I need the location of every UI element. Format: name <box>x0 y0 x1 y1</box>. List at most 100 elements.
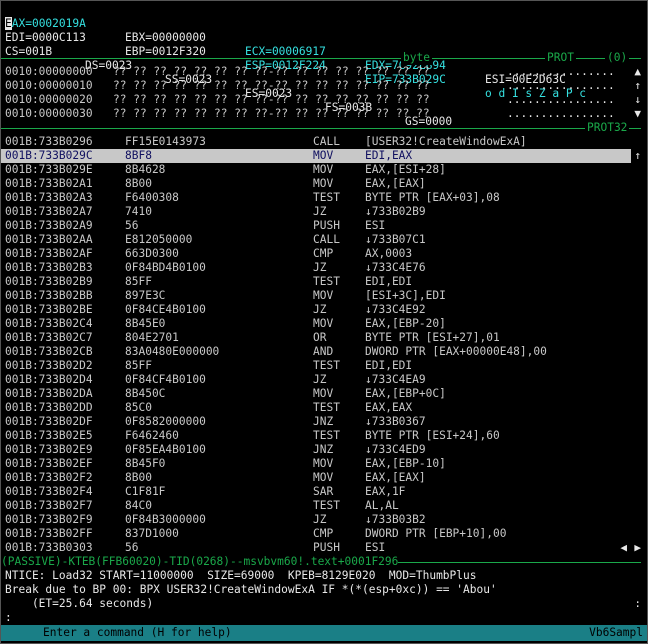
data-scroll-down-icon[interactable]: ▼ <box>634 107 641 121</box>
code-row[interactable]: 001B:733B029C 8BF8 MOV EDI,EAX <box>1 149 631 163</box>
data-row[interactable]: 0010:00000020 ?? ?? ?? ?? ?? ?? ?? ??-?? … <box>5 93 625 107</box>
code-operands: EAX,[EAX] <box>365 177 426 190</box>
code-window-separator[interactable]: PROT32 <box>1 121 641 135</box>
code-row[interactable]: 001B:733B02DA 8B450C MOV EAX,[EBP+0C] <box>5 387 625 401</box>
code-mnemonic: JZ <box>313 303 327 316</box>
code-address: 001B:733B02D2 <box>5 359 93 372</box>
code-opcode-bytes: 8B45F0 <box>125 457 166 470</box>
code-operands: DWORD PTR [EBP+10],00 <box>365 527 507 540</box>
log-scroll-indicator-icon[interactable]: : <box>634 597 641 611</box>
data-scroll-up-icon[interactable]: ▲ <box>634 65 641 79</box>
code-operands: EDI,EAX <box>365 149 413 162</box>
code-opcode-bytes: FF15E0143973 <box>125 135 206 148</box>
code-mnemonic: JZ <box>313 373 327 386</box>
code-address: 001B:733B02C7 <box>5 331 93 344</box>
code-address: 001B:733B02CB <box>5 345 93 358</box>
code-mnemonic: TEST <box>313 499 340 512</box>
code-row[interactable]: 001B:733B02BB 897E3C MOV [ESI+3C],EDI <box>5 289 625 303</box>
code-opcode-bytes: 8B00 <box>125 177 152 190</box>
code-mnemonic: JZ <box>313 205 327 218</box>
register-row-1-values: EAX=0002019A EBX=00000000 ECX=00006917 E… <box>5 3 566 86</box>
code-scroll-right-icon[interactable]: ▶ <box>634 541 641 555</box>
code-mnemonic: SAR <box>313 485 334 498</box>
register-row-2: EDI=0000C113 EBP=0012F320 ESP=0012F224 E… <box>5 17 586 100</box>
code-row[interactable]: 001B:733B02BE 0F84CE4B0100 JZ ↓733C4E92 <box>5 303 625 317</box>
data-page-up-icon[interactable]: ↑ <box>634 79 641 93</box>
code-row[interactable]: 001B:733B02B9 85FF TEST EDI,EDI <box>5 275 625 289</box>
code-row[interactable]: 001B:733B02D4 0F84CF4B0100 JZ ↓733C4EA9 <box>5 373 625 387</box>
data-page-down-icon[interactable]: ↓ <box>634 93 641 107</box>
code-row[interactable]: 001B:733B02E9 0F85EA4B0100 JNZ ↓733C4ED9 <box>5 443 625 457</box>
code-row[interactable]: 001B:733B02EF 8B45F0 MOV EAX,[EBP-10] <box>5 457 625 471</box>
code-opcode-bytes: 84C0 <box>125 499 152 512</box>
code-operands: BYTE PTR [ESI+24],60 <box>365 429 500 442</box>
code-operands: ↓733C4EA9 <box>365 373 426 386</box>
code-row[interactable]: 001B:733B0303 56 PUSH ESI <box>5 541 625 555</box>
register-row-3: CS=001B DS=0023 SS=0023 ES=0023 FS=003B … <box>5 31 452 128</box>
code-row[interactable]: 001B:733B029E 8B4628 MOV EAX,[ESI+28] <box>5 163 625 177</box>
code-address: 001B:733B02BE <box>5 303 93 316</box>
code-row[interactable]: 001B:733B0296 FF15E0143973 CALL [USER32!Cre… <box>5 135 625 149</box>
code-mnemonic: MOV <box>313 177 334 190</box>
code-operands: ↓733B07C1 <box>365 233 426 246</box>
code-operands: EAX,[EBP+0C] <box>365 387 446 400</box>
code-opcode-bytes: 837D1000 <box>125 527 179 540</box>
code-row[interactable]: 001B:733B02B3 0F84BD4B0100 JZ ↓733C4E76 <box>5 261 625 275</box>
code-scroll-up-icon[interactable]: ↑ <box>634 149 641 163</box>
code-row[interactable]: 001B:733B02AF 663D0300 CMP AX,0003 <box>5 247 625 261</box>
code-address: 001B:733B02F2 <box>5 471 93 484</box>
code-row[interactable]: 001B:733B02C7 804E2701 OR BYTE PTR [ESI+27]… <box>5 331 625 345</box>
code-operands: DWORD PTR [EAX+00000E48],00 <box>365 345 547 358</box>
code-opcode-bytes: F6400308 <box>125 191 179 204</box>
code-row[interactable]: 001B:733B02AA E812050000 CALL ↓733B07C1 <box>5 233 625 247</box>
data-window-separator[interactable]: byte PROT (0) <box>1 51 641 65</box>
code-address: 001B:733B02A1 <box>5 177 93 190</box>
code-operands: [ESI+3C],EDI <box>365 289 446 302</box>
code-opcode-bytes: 0F84BD4B0100 <box>125 261 206 274</box>
data-row[interactable]: 0010:00000030 ?? ?? ?? ?? ?? ?? ?? ??-?? … <box>5 107 625 121</box>
code-row[interactable]: 001B:733B02A7 7410 JZ ↓733B02B9 <box>5 205 625 219</box>
code-address: 001B:733B02EF <box>5 457 93 470</box>
code-operands: ↓733C4ED9 <box>365 443 426 456</box>
data-row-bytes: ?? ?? ?? ?? ?? ?? ?? ??-?? ?? ?? ?? ?? ?… <box>113 65 430 78</box>
code-mnemonic: CMP <box>313 527 334 540</box>
code-mnemonic: JZ <box>313 261 327 274</box>
code-mnemonic: TEST <box>313 191 340 204</box>
code-mnemonic: AND <box>313 345 334 358</box>
code-opcode-bytes: 0F8582000000 <box>125 415 206 428</box>
code-row[interactable]: 001B:733B02DF 0F8582000000 JNZ ↓733B0367 <box>5 415 625 429</box>
code-row[interactable]: 001B:733B02A9 56 PUSH ESI <box>5 219 625 233</box>
code-row[interactable]: 001B:733B02CB 83A0480E000000 AND DWORD PTR … <box>5 345 625 359</box>
data-row[interactable]: 0010:00000010 ?? ?? ?? ?? ?? ?? ?? ??-?? … <box>5 79 625 93</box>
code-row[interactable]: 001B:733B02A1 8B00 MOV EAX,[EAX] <box>5 177 625 191</box>
code-operands: EDI,EDI <box>365 275 413 288</box>
data-row-address: 0010:00000000 <box>5 65 93 78</box>
code-row[interactable]: 001B:733B02E5 F6462460 TEST BYTE PTR [ESI+2… <box>5 429 625 443</box>
log-line: : <box>5 611 12 624</box>
code-scroll-left-icon[interactable]: ◀ <box>620 541 627 555</box>
code-row[interactable]: 001B:733B02DD 85C0 TEST EAX,EAX <box>5 401 625 415</box>
code-address: 001B:733B02FF <box>5 527 93 540</box>
code-row[interactable]: 001B:733B02FF 837D1000 CMP DWORD PTR [EBP+1… <box>5 527 625 541</box>
code-row[interactable]: 001B:733B02C4 8B45E0 MOV EAX,[EBP-20] <box>5 317 625 331</box>
code-row[interactable]: 001B:733B02A3 F6400308 TEST BYTE PTR [EAX+0… <box>5 191 625 205</box>
code-mnemonic: PUSH <box>313 541 340 554</box>
code-operands: [USER32!CreateWindowExA] <box>365 135 527 148</box>
data-row-ascii: ................ <box>507 93 615 106</box>
code-opcode-bytes: 804E2701 <box>125 331 179 344</box>
code-address: 001B:733B02E9 <box>5 443 93 456</box>
command-hint[interactable]: Enter a command (H for help) <box>43 626 232 640</box>
code-opcode-bytes: 7410 <box>125 205 152 218</box>
command-bar[interactable]: Enter a command (H for help) Vb6Sampl <box>1 625 647 641</box>
code-row[interactable]: 001B:733B02F2 8B00 MOV EAX,[EAX] <box>5 471 625 485</box>
code-address: 001B:733B029E <box>5 163 93 176</box>
code-row[interactable]: 001B:733B02F7 84C0 TEST AL,AL <box>5 499 625 513</box>
code-row[interactable]: 001B:733B02F4 C1F81F SAR EAX,1F <box>5 485 625 499</box>
code-row[interactable]: 001B:733B02F9 0F84B3000000 JZ ↓733B03B2 <box>5 513 625 527</box>
code-operands: AX,0003 <box>365 247 413 260</box>
code-mnemonic: MOV <box>313 387 334 400</box>
code-row[interactable]: 001B:733B02D2 85FF TEST EDI,EDI <box>5 359 625 373</box>
code-mnemonic: MOV <box>313 471 334 484</box>
data-row[interactable]: 0010:00000000 ?? ?? ?? ?? ?? ?? ?? ??-?? … <box>5 65 625 79</box>
log-line: Break due to BP 00: BPX USER32!CreateWin… <box>5 583 497 596</box>
